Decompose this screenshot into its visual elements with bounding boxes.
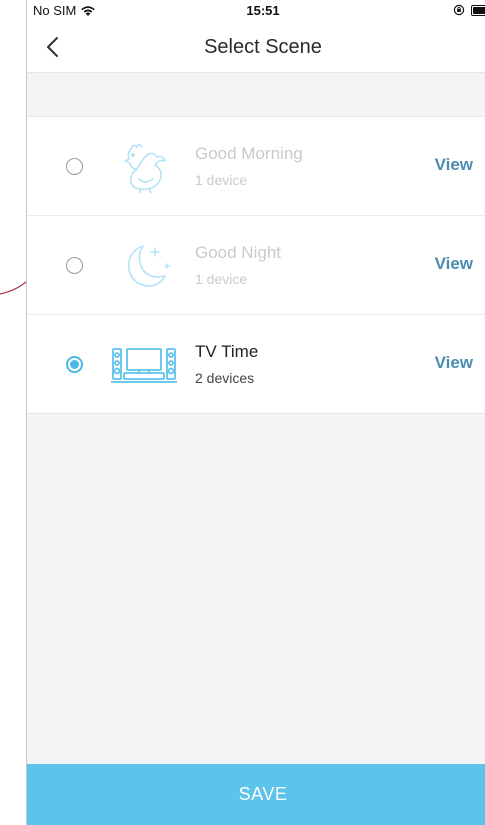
battery-level (473, 6, 485, 14)
moon-stars-icon (127, 245, 170, 287)
status-time: 15:51 (246, 3, 280, 18)
phone-screen: No SIM 15:51 Select Scene Good Morning 1… (26, 0, 485, 825)
status-bar: No SIM 15:51 (27, 0, 485, 22)
view-button-good-night[interactable]: View (435, 254, 473, 274)
scene-device-count: 2 devices (195, 370, 255, 386)
scene-row-good-night[interactable]: Good Night 1 device View (27, 216, 485, 315)
scene-device-count: 1 device (195, 172, 248, 188)
radio-good-night[interactable] (66, 257, 83, 274)
status-right-group (453, 4, 485, 16)
view-button-tv-time[interactable]: View (435, 353, 473, 373)
scene-row-good-morning[interactable]: Good Morning 1 device View (27, 117, 485, 216)
navigation-bar: Select Scene (27, 22, 485, 73)
scene-name: Good Night (195, 243, 281, 262)
scene-name: Good Morning (195, 144, 303, 163)
rooster-icon (124, 143, 166, 193)
scene-device-count: 1 device (195, 271, 248, 287)
radio-good-morning[interactable] (66, 158, 83, 175)
radio-tv-time[interactable] (66, 356, 83, 373)
scene-list: Good Morning 1 device View Good Night 1 … (27, 116, 485, 414)
scene-name: TV Time (195, 342, 259, 361)
view-button-good-morning[interactable]: View (435, 155, 473, 175)
page-title: Select Scene (204, 36, 322, 58)
battery-icon (471, 4, 485, 16)
scene-row-tv-time[interactable]: TV Time 2 devices View (27, 315, 485, 413)
tv-speakers-icon (111, 348, 177, 383)
save-button[interactable]: SAVE (27, 764, 485, 825)
orientation-lock-icon (453, 4, 465, 16)
